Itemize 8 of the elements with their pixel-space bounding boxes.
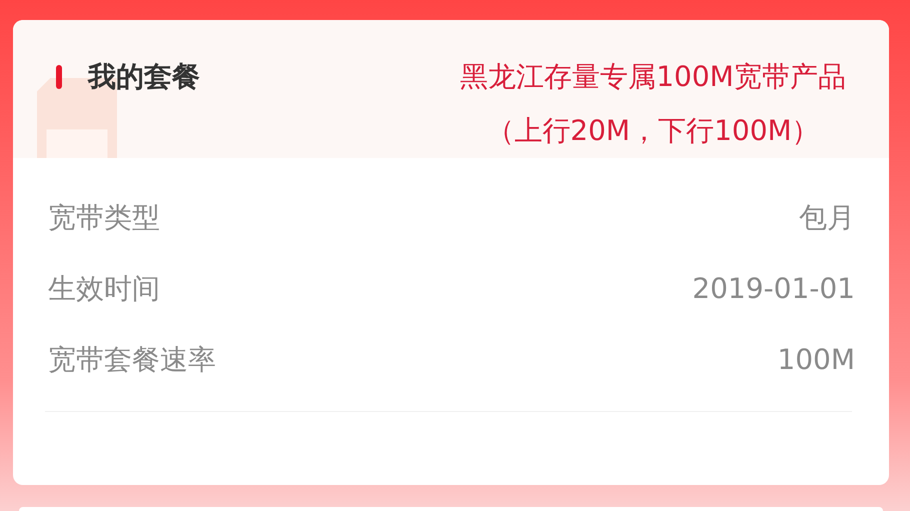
field-label: 宽带类型 xyxy=(48,200,160,236)
field-value: 包月 xyxy=(799,200,855,236)
field-label: 生效时间 xyxy=(48,270,160,306)
field-value: 2019-01-01 xyxy=(692,272,855,305)
field-value: 100M xyxy=(777,343,855,376)
field-label: 宽带套餐速率 xyxy=(48,342,216,378)
plan-name: 黑龙江存量专属100M宽带产品（上行20M，下行100M） xyxy=(459,59,847,149)
card-title: 我的套餐 xyxy=(88,59,200,95)
